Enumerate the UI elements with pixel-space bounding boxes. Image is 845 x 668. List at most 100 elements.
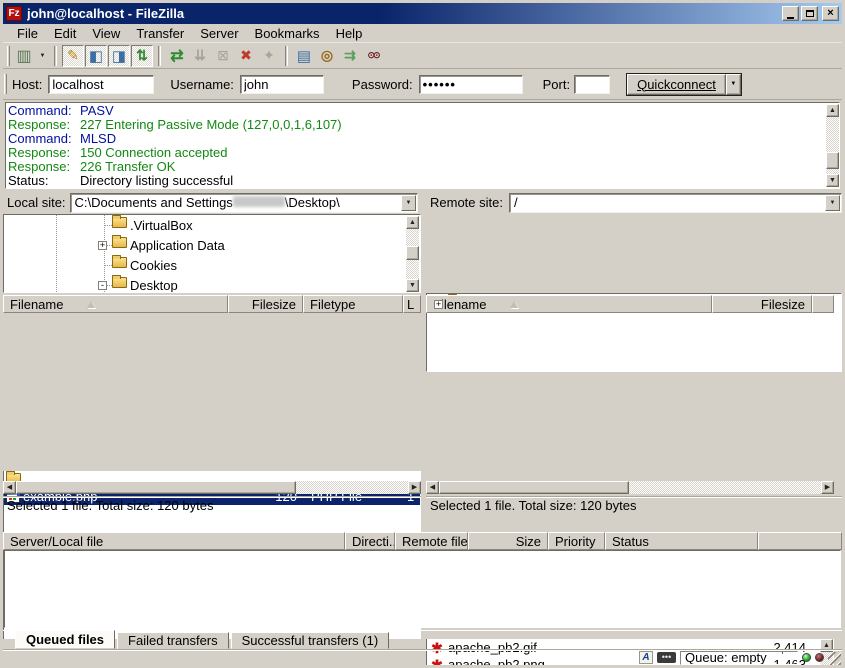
log-scrollbar[interactable]: ▲ ▼ xyxy=(826,104,839,187)
column-header-filetype[interactable]: Filetype xyxy=(303,295,403,313)
menu-view[interactable]: View xyxy=(84,24,128,43)
menu-bookmarks[interactable]: Bookmarks xyxy=(247,24,328,43)
speed-limits-icon[interactable]: ••• xyxy=(657,652,676,663)
scroll-down-icon[interactable]: ▼ xyxy=(826,174,839,187)
menu-edit[interactable]: Edit xyxy=(46,24,84,43)
status-bar: A ••• Queue: empty xyxy=(3,649,842,665)
filezilla-app-icon[interactable]: Fz xyxy=(6,6,22,21)
column-header-priority[interactable]: Priority xyxy=(548,532,605,550)
menu-file[interactable]: File xyxy=(9,24,46,43)
process-queue-button xyxy=(189,45,211,67)
column-header-filename[interactable]: Filename xyxy=(3,295,228,313)
column-header-filler xyxy=(812,295,834,313)
minimize-button[interactable] xyxy=(782,6,799,21)
synchronized-browsing-button[interactable] xyxy=(339,45,361,67)
scroll-right-icon[interactable]: ▶ xyxy=(408,481,421,494)
queue-header: Server/Local file Directi... Remote file… xyxy=(3,532,842,550)
scroll-up-icon[interactable]: ▲ xyxy=(826,104,839,117)
resize-grip[interactable] xyxy=(828,652,841,665)
scroll-left-icon[interactable]: ◀ xyxy=(3,481,16,494)
scroll-left-icon[interactable]: ◀ xyxy=(426,481,439,494)
port-input[interactable] xyxy=(574,75,610,94)
directory-comparison-button[interactable] xyxy=(316,45,338,67)
remote-hscrollbar-thumb[interactable] xyxy=(439,481,629,494)
tab-failed-transfers[interactable]: Failed transfers xyxy=(117,632,229,649)
window-title: john@localhost - FileZilla xyxy=(27,6,780,21)
toggle-local-tree-button[interactable] xyxy=(85,45,107,67)
find-files-button[interactable] xyxy=(362,45,384,67)
toggle-remote-tree-button[interactable] xyxy=(108,45,130,67)
remote-site-combo[interactable]: / ▼ xyxy=(509,193,842,213)
scroll-down-icon[interactable]: ▼ xyxy=(406,279,419,292)
host-label: Host: xyxy=(12,77,42,92)
directory-filters-button[interactable] xyxy=(293,45,315,67)
tree-item-virtualbox[interactable]: .VirtualBox xyxy=(4,215,420,235)
quickconnect-dropdown[interactable]: ▼ xyxy=(726,74,741,95)
toolbar-separator xyxy=(158,46,161,66)
queue-tabs: Queued filesFailed transfersSuccessful t… xyxy=(3,630,842,649)
tab-queued-files[interactable]: Queued files xyxy=(15,630,115,649)
column-header-filesize[interactable]: Filesize xyxy=(712,295,812,313)
chevron-down-icon[interactable]: ▼ xyxy=(825,195,840,211)
tree-item-cookies[interactable]: Cookies xyxy=(4,255,420,275)
toggle-queue-button[interactable] xyxy=(131,45,153,67)
sort-ascending-icon xyxy=(87,301,95,308)
filezilla-window: Fz john@localhost - FileZilla × FileEdit… xyxy=(0,0,845,668)
quickconnect-bar: Host: Username: Password: Port: Quickcon… xyxy=(3,69,842,100)
quickconnect-button[interactable]: Quickconnect xyxy=(627,74,726,95)
sort-ascending-icon xyxy=(510,301,518,308)
refresh-button[interactable] xyxy=(166,45,188,67)
toolbar-grip xyxy=(7,46,10,66)
tree-item-application-data[interactable]: Application Data xyxy=(4,235,420,255)
menu-server[interactable]: Server xyxy=(192,24,246,43)
local-tree-scrollbar[interactable]: ▲ ▼ xyxy=(406,216,419,292)
site-manager-button[interactable] xyxy=(13,45,35,67)
local-directory-tree: .VirtualBox Application Data Cookies xyxy=(3,214,421,293)
password-input[interactable] xyxy=(419,75,523,94)
column-header-last-modified[interactable]: L xyxy=(403,295,421,313)
column-header-direction[interactable]: Directi... xyxy=(345,532,395,550)
column-header-filename[interactable]: Filename xyxy=(426,295,712,313)
maximize-button[interactable] xyxy=(801,6,818,21)
tree-expander-icon[interactable] xyxy=(98,281,107,290)
local-list-hscrollbar[interactable]: ◀ ▶ xyxy=(3,481,421,494)
column-header-size[interactable]: Size xyxy=(468,532,548,550)
menu-help[interactable]: Help xyxy=(328,24,371,43)
quickconnect-grip xyxy=(4,74,7,94)
queue-list[interactable] xyxy=(4,550,841,628)
column-header-filesize[interactable]: Filesize xyxy=(228,295,303,313)
folder-icon xyxy=(112,217,127,228)
transfer-type-icon[interactable]: A xyxy=(639,651,653,664)
column-header-filler xyxy=(758,532,842,550)
column-header-status[interactable]: Status xyxy=(605,532,758,550)
tree-expander-icon[interactable] xyxy=(434,300,443,309)
local-tree-scrollbar-thumb[interactable] xyxy=(406,246,419,260)
local-site-combo[interactable]: C:\Documents and Settings\Desktop\ ▼ xyxy=(70,193,418,213)
column-header-remote-file[interactable]: Remote file xyxy=(395,532,468,550)
local-site-row: Local site: C:\Documents and Settings\De… xyxy=(3,192,421,213)
host-input[interactable] xyxy=(48,75,154,94)
username-input[interactable] xyxy=(240,75,324,94)
remote-list-hscrollbar[interactable]: ◀ ▶ xyxy=(426,481,834,494)
password-label: Password: xyxy=(352,77,413,92)
disconnect-button[interactable] xyxy=(235,45,257,67)
local-hscrollbar-thumb[interactable] xyxy=(16,481,296,494)
local-site-label: Local site: xyxy=(3,195,70,210)
close-button[interactable]: × xyxy=(822,6,839,21)
column-header-server-local-file[interactable]: Server/Local file xyxy=(3,532,345,550)
close-icon: × xyxy=(827,8,833,19)
log-line: Command: MLSD xyxy=(8,132,823,146)
scroll-right-icon[interactable]: ▶ xyxy=(821,481,834,494)
tree-item-desktop[interactable]: Desktop xyxy=(4,275,420,293)
log-line: Response: 227 Entering Passive Mode (127… xyxy=(8,118,823,132)
toggle-message-log-button[interactable] xyxy=(62,45,84,67)
port-label: Port: xyxy=(543,77,570,92)
tab-successful-transfers[interactable]: Successful transfers (1) xyxy=(231,632,390,649)
site-manager-dropdown[interactable] xyxy=(36,45,49,67)
scroll-up-icon[interactable]: ▲ xyxy=(406,216,419,229)
log-scrollbar-thumb[interactable] xyxy=(826,152,839,169)
tree-expander-icon[interactable] xyxy=(98,241,107,250)
menu-transfer[interactable]: Transfer xyxy=(128,24,192,43)
chevron-down-icon[interactable]: ▼ xyxy=(401,195,416,211)
reconnect-button xyxy=(258,45,280,67)
